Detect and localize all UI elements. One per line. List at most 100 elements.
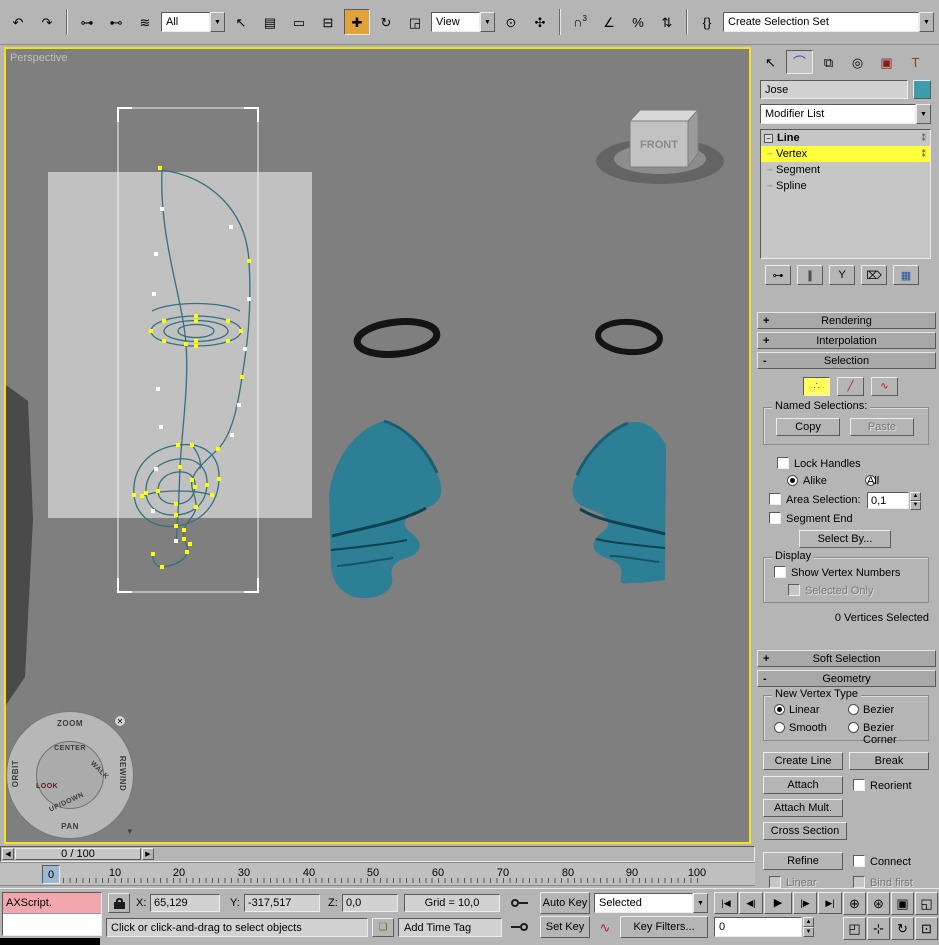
- spinner-down-icon[interactable]: ▼: [910, 501, 921, 510]
- segment-end-checkbox[interactable]: [769, 512, 781, 524]
- create-line-button[interactable]: Create Line: [763, 752, 843, 770]
- unlink-selection-button[interactable]: ⊷: [103, 9, 129, 35]
- wheel-menu-chevron-icon[interactable]: ▾: [127, 826, 132, 837]
- zoom-extents-all-button[interactable]: ◱: [915, 892, 938, 915]
- wheel-center-label[interactable]: CENTER: [54, 745, 86, 752]
- bezier-radio[interactable]: [848, 704, 859, 715]
- modifier-list-dropdown[interactable]: Modifier List ▼: [760, 104, 931, 124]
- use-pivot-point-center-button[interactable]: ⊙: [498, 9, 524, 35]
- spline-subobject-button[interactable]: ∿: [871, 377, 898, 396]
- selected-only-checkbox[interactable]: [788, 584, 800, 596]
- refine-button[interactable]: Refine: [763, 852, 843, 870]
- tab-motion[interactable]: ◎: [844, 50, 871, 74]
- next-frame-button[interactable]: |▶: [793, 892, 817, 914]
- zoom-button[interactable]: ⊕: [843, 892, 866, 915]
- spinner-up-icon[interactable]: ▲: [803, 917, 814, 927]
- vertex-subobject-button[interactable]: ∴: [803, 377, 830, 396]
- selection-lock-toggle[interactable]: [108, 893, 130, 913]
- track-bar-ruler[interactable]: 0 10 20 30 40 50 60 70 80 90 100: [0, 862, 755, 886]
- rollout-geometry[interactable]: - Geometry: [757, 670, 936, 687]
- bezier-corner-radio[interactable]: [848, 722, 859, 733]
- named-selection-set-combo[interactable]: Create Selection Set ▼: [723, 12, 934, 32]
- go-to-start-button[interactable]: |◀: [714, 892, 738, 914]
- set-key-button[interactable]: Set Key: [540, 916, 590, 938]
- min-max-toggle-button[interactable]: ⊡: [915, 917, 938, 940]
- connect-checkbox[interactable]: [853, 855, 865, 867]
- wheel-look-label[interactable]: LOOK: [36, 783, 58, 790]
- steering-wheel[interactable]: ZOOM CENTER WALK REWIND ORBIT LOOK UP/DO…: [6, 711, 134, 839]
- show-vertex-numbers-checkbox[interactable]: [774, 566, 786, 578]
- go-to-end-button[interactable]: ▶|: [818, 892, 842, 914]
- snap-toggle-3d-button[interactable]: ∩3: [567, 9, 593, 35]
- edit-named-selection-sets-button[interactable]: {}: [694, 9, 720, 35]
- y-coord-field[interactable]: -317,517: [244, 894, 320, 912]
- linear-radio[interactable]: [774, 704, 785, 715]
- add-time-tag-field[interactable]: Add Time Tag: [398, 918, 502, 937]
- time-slider-left-arrow[interactable]: ◀: [2, 848, 14, 860]
- zoom-region-button[interactable]: ◰: [843, 917, 866, 940]
- object-name-field[interactable]: Jose: [760, 80, 908, 99]
- attach-mult-button[interactable]: Attach Mult.: [763, 799, 843, 817]
- copy-button[interactable]: Copy: [776, 418, 840, 436]
- alike-radio[interactable]: [787, 475, 798, 486]
- bind-to-space-warp-button[interactable]: ≋: [132, 9, 158, 35]
- pin-stack-button[interactable]: ⊶: [765, 265, 791, 285]
- tab-utilities[interactable]: T: [902, 50, 929, 74]
- chevron-down-icon[interactable]: ▼: [916, 104, 931, 124]
- left-eyebrow-spline[interactable]: [353, 318, 441, 358]
- window-crossing-toggle[interactable]: ⊟: [315, 9, 341, 35]
- zoom-all-button[interactable]: ⊛: [867, 892, 890, 915]
- maxscript-mini-listener[interactable]: AXScript.: [2, 892, 102, 936]
- z-coord-field[interactable]: 0,0: [342, 894, 398, 912]
- rollout-soft-selection[interactable]: + Soft Selection: [757, 650, 936, 667]
- reference-coordinate-dropdown[interactable]: View ▼: [431, 12, 495, 32]
- new-key-settings-button[interactable]: ∿: [594, 916, 616, 938]
- wheel-rewind-label[interactable]: REWIND: [118, 756, 127, 791]
- time-slider-right-arrow[interactable]: ▶: [142, 848, 154, 860]
- smooth-radio[interactable]: [774, 722, 785, 733]
- rollout-interpolation[interactable]: + Interpolation: [757, 332, 936, 349]
- keyboard-override-toggle[interactable]: [506, 893, 532, 913]
- current-frame-field[interactable]: 0: [714, 917, 802, 937]
- right-eyebrow-spline[interactable]: [595, 318, 663, 356]
- angle-snap-toggle-button[interactable]: ∠: [596, 9, 622, 35]
- attach-button[interactable]: Attach: [763, 776, 843, 794]
- spinner-snap-toggle-button[interactable]: ⇅: [654, 9, 680, 35]
- lock-handles-checkbox[interactable]: [777, 457, 789, 469]
- x-coord-field[interactable]: 65,129: [150, 894, 220, 912]
- stack-row-vertex[interactable]: ┈ Vertex ⁑: [761, 146, 930, 162]
- stack-row-segment[interactable]: ┈ Segment: [761, 162, 930, 178]
- select-and-rotate-button[interactable]: ↻: [373, 9, 399, 35]
- remove-modifier-button[interactable]: ⌦: [861, 265, 887, 285]
- auto-key-button[interactable]: Auto Key: [540, 892, 590, 914]
- viewport-label[interactable]: Perspective: [10, 52, 67, 64]
- time-slider-track[interactable]: ◀ 0 / 100 ▶: [0, 846, 755, 862]
- wheel-close-icon[interactable]: ✕: [114, 715, 126, 727]
- stack-row-line[interactable]: − Line ⁑: [761, 130, 930, 146]
- spinner-up-icon[interactable]: ▲: [910, 492, 921, 501]
- chevron-down-icon[interactable]: ▼: [919, 12, 934, 32]
- undo-button[interactable]: ↶: [5, 9, 31, 35]
- stack-row-spline[interactable]: ┈ Spline: [761, 178, 930, 194]
- wheel-orbit-label[interactable]: ORBIT: [11, 760, 20, 787]
- wheel-pan-label[interactable]: PAN: [61, 822, 79, 831]
- time-slider-handle[interactable]: 0 / 100: [15, 848, 141, 860]
- select-object-button[interactable]: ↖: [228, 9, 254, 35]
- select-and-link-button[interactable]: ⊶: [74, 9, 100, 35]
- tab-hierarchy[interactable]: ⧉: [815, 50, 842, 74]
- rollout-rendering[interactable]: + Rendering: [757, 312, 936, 329]
- rectangular-selection-region-button[interactable]: ▭: [286, 9, 312, 35]
- zoom-extents-button[interactable]: ▣: [891, 892, 914, 915]
- area-selection-checkbox[interactable]: [769, 493, 781, 505]
- tab-create[interactable]: ↖: [757, 50, 784, 74]
- chevron-down-icon[interactable]: ▼: [693, 893, 708, 913]
- front-helper-object[interactable]: FRONT: [596, 108, 724, 184]
- select-and-manipulate-button[interactable]: ✣: [527, 9, 553, 35]
- play-button[interactable]: ▶: [764, 892, 792, 914]
- maxscript-white-row[interactable]: [3, 914, 101, 935]
- rollout-selection[interactable]: - Selection: [757, 352, 936, 369]
- paste-button[interactable]: Paste: [850, 418, 914, 436]
- arc-rotate-button[interactable]: ↻: [891, 917, 914, 940]
- area-selection-spinner[interactable]: ▲ ▼: [910, 492, 921, 510]
- bind-first-checkbox[interactable]: [853, 876, 865, 888]
